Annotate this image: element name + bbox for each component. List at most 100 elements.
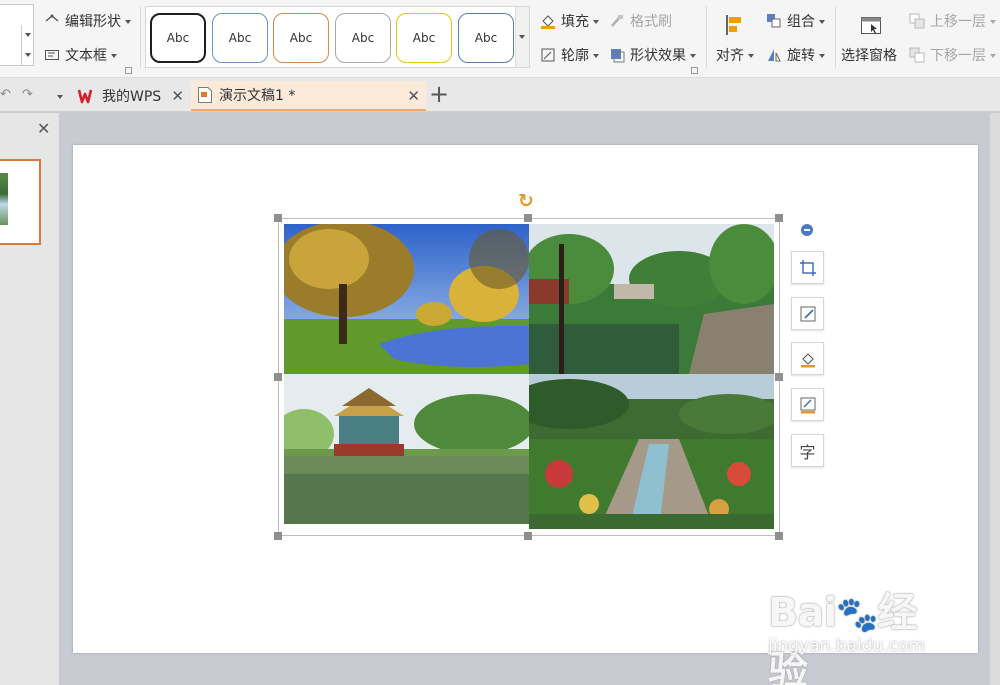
watermark-url: jingyan.baidu.com bbox=[768, 636, 925, 656]
shape-style-4[interactable]: Abc bbox=[335, 13, 391, 63]
outline-pen-icon bbox=[540, 47, 556, 63]
selection-pane-label-row: 选择窗格 bbox=[841, 43, 897, 67]
text-wrap-button[interactable]: 字 bbox=[791, 434, 824, 467]
style-label: Abc bbox=[412, 31, 436, 45]
shape-style-3[interactable]: Abc bbox=[273, 13, 329, 63]
style-label: Abc bbox=[474, 31, 498, 45]
shape-style-gallery: Abc Abc Abc Abc Abc Abc bbox=[145, 6, 530, 68]
close-icon[interactable]: ✕ bbox=[171, 87, 184, 105]
chevron-down-icon[interactable] bbox=[21, 45, 33, 65]
edit-shape-button[interactable]: 编辑形状 bbox=[44, 9, 131, 33]
fill-button[interactable]: 填充 bbox=[540, 9, 599, 33]
send-backward-icon bbox=[909, 47, 925, 63]
brush-icon bbox=[609, 13, 625, 29]
crop-button[interactable] bbox=[791, 251, 824, 284]
rotate-button[interactable]: 旋转 bbox=[766, 43, 825, 67]
selected-image-group[interactable] bbox=[278, 218, 780, 536]
photo-lake-pavilion[interactable] bbox=[284, 374, 529, 524]
vertical-scrollbar[interactable] bbox=[990, 113, 1000, 685]
resize-handle-bottom-right[interactable] bbox=[775, 532, 783, 540]
edit-shape-icon bbox=[44, 13, 60, 29]
text-box-button[interactable]: 文本框 bbox=[44, 43, 117, 67]
align-icon bbox=[724, 14, 746, 36]
close-icon[interactable]: ✕ bbox=[37, 119, 50, 138]
rotate-label: 旋转 bbox=[787, 48, 815, 64]
collapse-minus-icon[interactable] bbox=[801, 224, 813, 236]
bring-forward-button[interactable]: 上移一层 bbox=[909, 9, 996, 33]
chevron-down-icon bbox=[748, 54, 754, 58]
shape-style-5[interactable]: Abc bbox=[396, 13, 452, 63]
wps-logo-icon bbox=[77, 88, 96, 104]
chevron-down-icon bbox=[111, 54, 117, 58]
align-label: 对齐 bbox=[716, 48, 744, 64]
resize-handle-bottom[interactable] bbox=[524, 532, 532, 540]
group-button[interactable]: 组合 bbox=[766, 9, 825, 33]
shape-effects-button[interactable]: 形状效果 bbox=[609, 43, 696, 67]
close-icon[interactable]: ✕ bbox=[407, 87, 420, 105]
redo-icon[interactable]: ↷ bbox=[22, 87, 33, 102]
font-size-stub[interactable] bbox=[0, 4, 34, 66]
slide-thumbnail-panel: ✕ bbox=[0, 113, 60, 685]
resize-handle-top-left[interactable] bbox=[274, 214, 282, 222]
pen-edit-icon bbox=[799, 305, 817, 323]
outline-label: 轮廓 bbox=[561, 48, 589, 64]
document-tab-bar: ↶ ↷ 我的WPS ✕ 演示文稿1 * ✕ + bbox=[0, 78, 1000, 112]
crop-icon bbox=[799, 259, 817, 277]
group-label: 组合 bbox=[787, 14, 815, 30]
slide-thumbnail-1[interactable] bbox=[0, 159, 41, 245]
shape-style-1[interactable]: Abc bbox=[150, 13, 206, 63]
chevron-down-icon[interactable] bbox=[21, 25, 33, 45]
chevron-down-icon bbox=[593, 54, 599, 58]
chevron-down-icon bbox=[990, 20, 996, 24]
rotate-handle-icon[interactable]: ↻ bbox=[518, 190, 534, 212]
ribbon-toolbar: 编辑形状 文本框 Abc Abc Abc Abc Abc Abc 填充 格式刷 … bbox=[0, 0, 1000, 78]
resize-handle-right[interactable] bbox=[775, 373, 783, 381]
paint-bucket-icon bbox=[540, 13, 556, 29]
align-button[interactable]: 对齐 bbox=[714, 6, 758, 72]
chevron-down-icon bbox=[519, 35, 525, 39]
dialog-launcher-icon[interactable] bbox=[125, 67, 132, 74]
resize-handle-bottom-left[interactable] bbox=[274, 532, 282, 540]
tab-label: 我的WPS bbox=[102, 89, 162, 105]
quick-outline-button[interactable] bbox=[791, 388, 824, 421]
tab-presentation-1[interactable]: 演示文稿1 * ✕ bbox=[191, 81, 426, 111]
photo-garden-corridor[interactable] bbox=[529, 224, 774, 374]
tab-my-wps[interactable]: 我的WPS ✕ bbox=[70, 81, 190, 111]
group-icon bbox=[766, 13, 782, 29]
format-painter-label: 格式刷 bbox=[630, 14, 672, 30]
format-painter-button[interactable]: 格式刷 bbox=[609, 9, 672, 33]
photo-autumn-lake[interactable] bbox=[284, 224, 529, 374]
chevron-down-icon[interactable] bbox=[57, 95, 63, 99]
chevron-down-icon bbox=[125, 20, 131, 24]
outline-button[interactable]: 轮廓 bbox=[540, 43, 599, 67]
divider bbox=[140, 6, 141, 68]
resize-handle-left[interactable] bbox=[274, 373, 282, 381]
style-label: Abc bbox=[351, 31, 375, 45]
align-label-row: 对齐 bbox=[716, 43, 754, 67]
new-tab-plus-icon[interactable]: + bbox=[429, 80, 449, 108]
chevron-down-icon bbox=[690, 54, 696, 58]
thumbnail-image bbox=[0, 173, 8, 225]
chevron-down-icon bbox=[990, 54, 996, 58]
resize-handle-top[interactable] bbox=[524, 214, 532, 222]
shape-style-2[interactable]: Abc bbox=[212, 13, 268, 63]
dialog-launcher-icon[interactable] bbox=[691, 67, 698, 74]
style-label: Abc bbox=[228, 31, 252, 45]
text-box-label: 文本框 bbox=[65, 48, 107, 64]
quick-fill-button[interactable] bbox=[791, 342, 824, 375]
rotate-icon bbox=[766, 47, 782, 63]
undo-icon[interactable]: ↶ bbox=[0, 87, 11, 102]
text-box-icon bbox=[44, 47, 60, 63]
bring-forward-label: 上移一层 bbox=[930, 14, 986, 30]
bring-forward-icon bbox=[909, 13, 925, 29]
text-wrap-icon: 字 bbox=[799, 442, 816, 462]
selection-pane-button[interactable]: 选择窗格 bbox=[840, 6, 902, 72]
photo-terrace-cascade[interactable] bbox=[529, 374, 774, 529]
shape-style-6[interactable]: Abc bbox=[458, 13, 514, 63]
gallery-scrollbar[interactable] bbox=[515, 7, 529, 67]
send-backward-button[interactable]: 下移一层 bbox=[909, 43, 996, 67]
resize-handle-top-right[interactable] bbox=[775, 214, 783, 222]
edit-outline-button[interactable] bbox=[791, 297, 824, 330]
shape-effects-label: 形状效果 bbox=[630, 48, 686, 64]
paint-bucket-icon bbox=[799, 350, 817, 368]
